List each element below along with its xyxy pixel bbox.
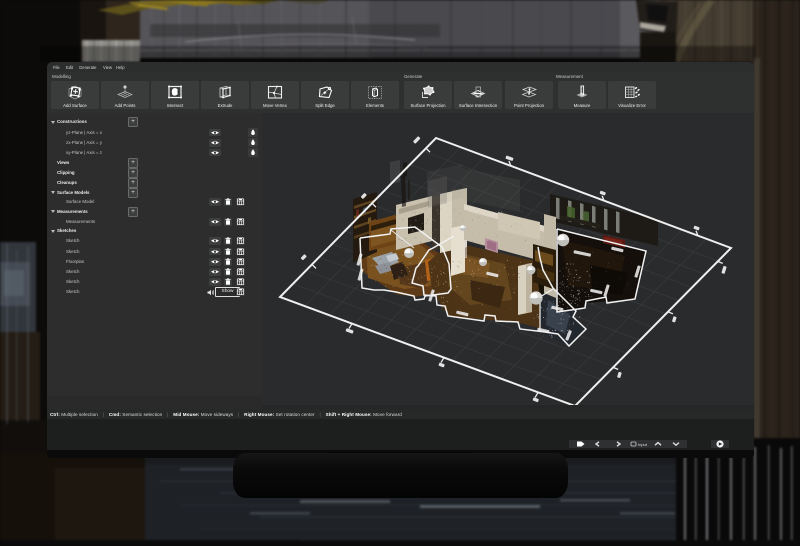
svg-text:Input: Input <box>638 442 648 447</box>
